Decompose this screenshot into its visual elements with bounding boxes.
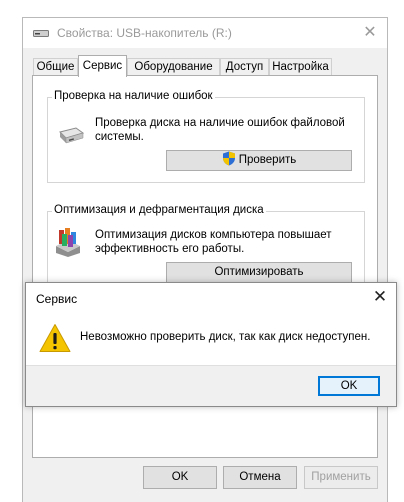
dialog-close-button[interactable]: ✕ (370, 287, 390, 307)
optimize-group: Оптимизация и дефрагментация диска Оптим… (47, 204, 365, 293)
tab-general[interactable]: Общие (33, 58, 78, 76)
warning-icon (39, 324, 71, 352)
tab-customize[interactable]: Настройка (269, 58, 332, 76)
error-check-description: Проверка диска на наличие ошибок файлово… (95, 117, 345, 143)
cancel-button[interactable]: Отмена (223, 466, 297, 489)
window-close-button[interactable]: ✕ (361, 24, 379, 42)
defrag-icon (56, 228, 80, 257)
optimize-title: Оптимизация и дефрагментация диска (52, 204, 266, 216)
tab-service[interactable]: Сервис (78, 55, 127, 77)
error-check-title: Проверка на наличие ошибок (52, 90, 215, 102)
check-button[interactable]: Проверить (166, 150, 352, 171)
dialog-ok-button[interactable]: OK (318, 376, 380, 396)
optimize-button[interactable]: Оптимизировать (166, 262, 352, 283)
check-button-label: Проверить (238, 154, 297, 166)
dialog-message: Невозможно проверить диск, так как диск … (80, 331, 371, 343)
tab-sharing[interactable]: Доступ (220, 58, 269, 76)
window-title: Свойства: USB-накопитель (R:) (57, 26, 232, 40)
title-bar: Свойства: USB-накопитель (R:) ✕ (23, 18, 387, 48)
tab-hardware[interactable]: Оборудование (127, 58, 220, 76)
drive-icon (33, 30, 49, 37)
error-check-group: Проверка на наличие ошибок Проверка диск… (47, 90, 365, 183)
optimize-description: Оптимизация дисков компьютера повышает э… (95, 229, 332, 255)
apply-button[interactable]: Применить (304, 466, 378, 489)
error-dialog: Сервис ✕ Невозможно проверить диск, так … (25, 282, 397, 407)
dialog-title: Сервис (36, 292, 78, 306)
properties-window: Свойства: USB-накопитель (R:) ✕ Общие Се… (22, 17, 388, 502)
ok-button[interactable]: OK (143, 466, 217, 489)
dialog-footer: OK (26, 365, 396, 406)
hard-drive-icon (59, 127, 84, 144)
uac-shield-icon (222, 151, 235, 166)
